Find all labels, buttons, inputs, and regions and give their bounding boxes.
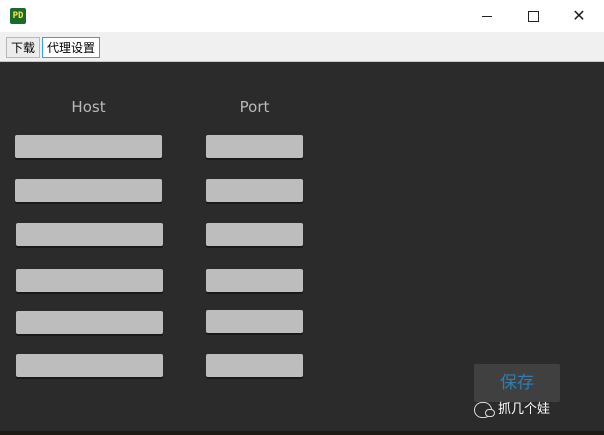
minimize-button[interactable] <box>464 0 510 32</box>
watermark: 抓几个娃 <box>474 399 604 421</box>
port-input-6[interactable] <box>206 354 303 377</box>
host-input-1[interactable] <box>15 135 162 158</box>
tab-bar: 下载 代理设置 <box>0 32 604 62</box>
port-input-4[interactable] <box>206 269 303 292</box>
save-button[interactable]: 保存 <box>474 364 560 402</box>
app-icon: PD <box>10 8 26 24</box>
host-input-6[interactable] <box>16 354 163 377</box>
port-column-header: Port <box>239 98 270 116</box>
port-input-3[interactable] <box>206 223 303 246</box>
host-column-header: Host <box>71 98 106 116</box>
host-input-3[interactable] <box>16 223 163 246</box>
close-button[interactable]: ✕ <box>556 0 602 32</box>
close-icon: ✕ <box>572 6 586 25</box>
title-bar: PD ✕ <box>0 0 604 32</box>
maximize-icon <box>527 10 539 22</box>
minimize-icon <box>482 15 492 17</box>
maximize-button[interactable] <box>510 0 556 32</box>
host-input-5[interactable] <box>16 311 163 334</box>
port-input-5[interactable] <box>206 310 303 333</box>
tab-download[interactable]: 下载 <box>6 37 40 58</box>
port-input-2[interactable] <box>206 179 303 202</box>
background-strip <box>0 431 604 435</box>
host-input-4[interactable] <box>16 269 163 292</box>
host-input-2[interactable] <box>15 179 162 202</box>
port-input-1[interactable] <box>206 135 303 158</box>
chat-bubble-icon <box>474 401 495 418</box>
watermark-text: 抓几个娃 <box>498 402 551 417</box>
tab-proxy-settings[interactable]: 代理设置 <box>42 37 100 58</box>
